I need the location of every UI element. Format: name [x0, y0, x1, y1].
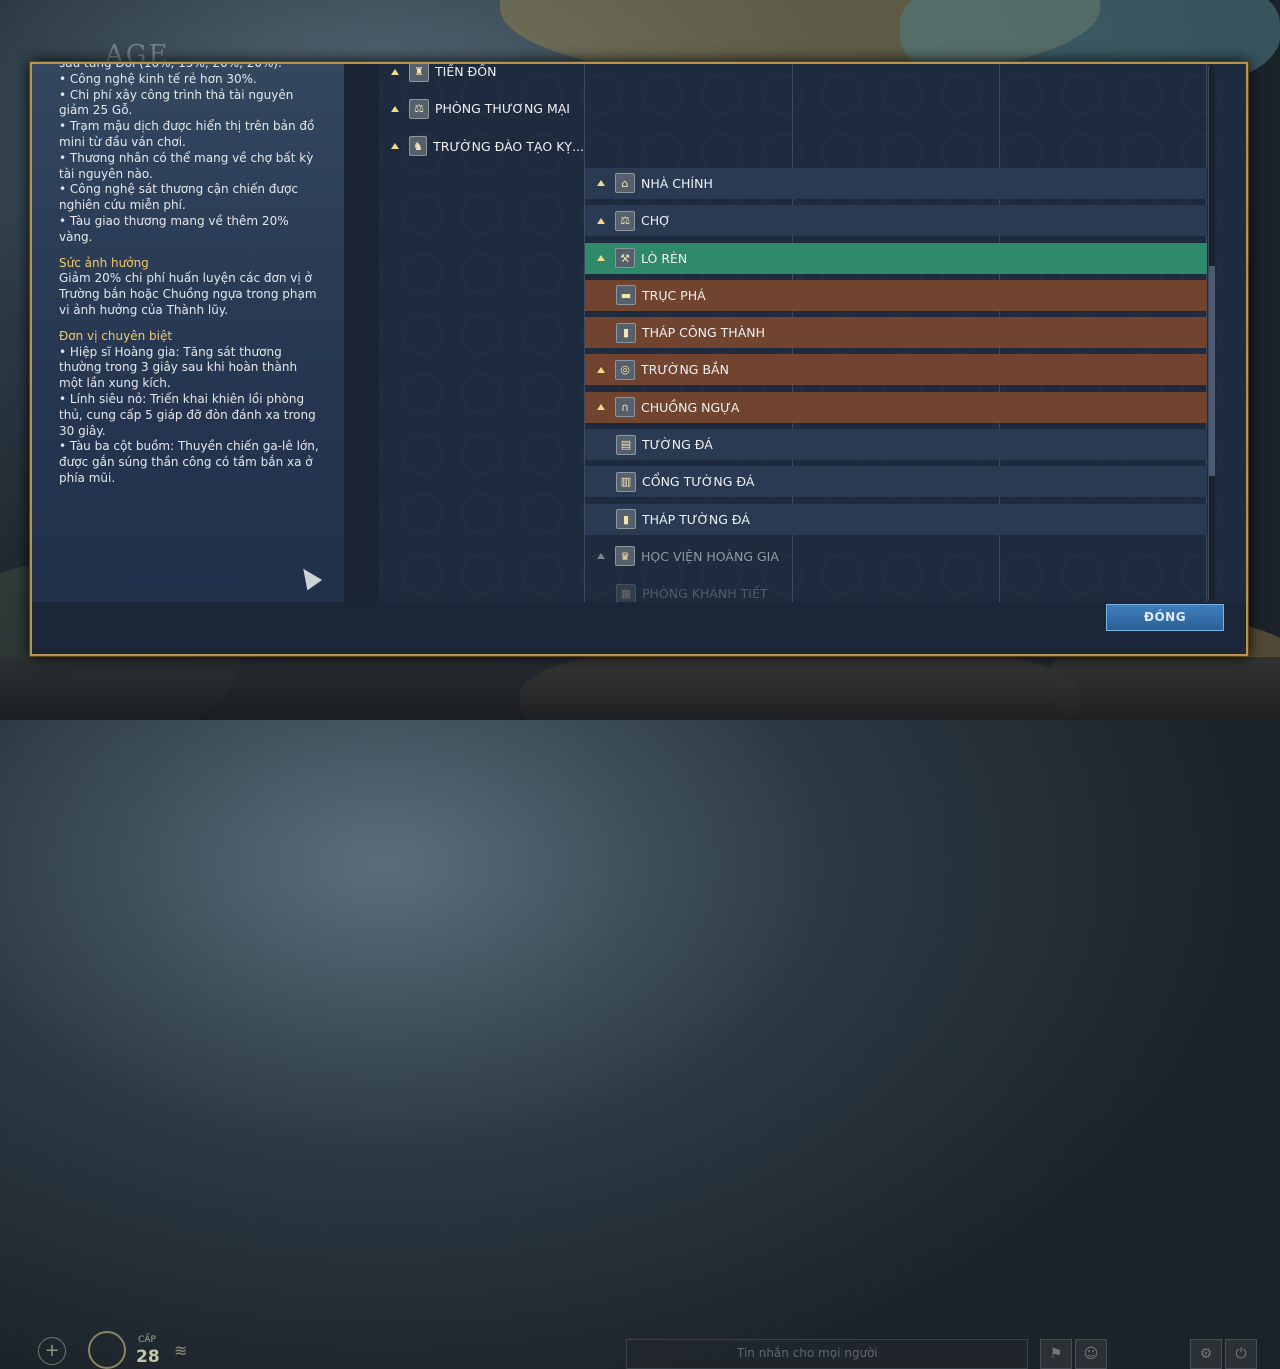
tree-row-trade-office[interactable]: ⚖ PHÒNG THƯƠNG MẠI	[379, 93, 584, 124]
trade-office-icon: ⚖	[409, 98, 429, 119]
tree-row-outpost[interactable]: ♜ TIỀN ĐỒN	[379, 64, 584, 87]
outpost-icon: ♜	[409, 64, 429, 82]
stable-icon: ∩	[615, 397, 635, 418]
tree-row-siege-tower[interactable]: ▮ THÁP CÔNG THÀNH	[585, 317, 1207, 349]
tree-row-label: PHÒNG THƯƠNG MẠI	[435, 101, 570, 117]
description-line: • Tàu ba cột buồm: Thuyền chiến ga-lê lớ…	[59, 439, 319, 485]
expand-arrow-icon[interactable]	[391, 68, 399, 75]
tree-row-battering-ram[interactable]: ▬ TRỤC PHÁ	[585, 279, 1207, 311]
description-line: sau từng Đời (10%, 15%, 20%, 20%).	[59, 64, 321, 72]
tree-row-label: LÒ RÈN	[641, 250, 688, 266]
tree-row-label: THÁP TƯỜNG ĐÁ	[642, 511, 750, 527]
siege-tower-icon: ▮	[616, 322, 636, 343]
tree-scrollbar[interactable]	[1208, 66, 1215, 600]
section-heading: Đơn vị chuyên biệt	[59, 328, 173, 343]
panel-divider	[344, 64, 379, 602]
building-tree: ♜ TIỀN ĐỒN ⚖ PHÒNG THƯƠNG MẠI ♞ TRƯỜNG ĐÀO TẠ…	[379, 64, 1209, 602]
expand-arrow-icon[interactable]	[391, 105, 399, 112]
level-label: CẤP	[138, 1335, 156, 1345]
expand-arrow-icon[interactable]	[597, 255, 605, 261]
tree-row-blacksmith[interactable]: ⚒ LÒ RÈN	[585, 242, 1207, 274]
tree-row-label: PHÒNG KHÁNH TIẾT	[642, 586, 768, 602]
blacksmith-icon: ⚒	[615, 248, 635, 268]
stone-gate-icon: ▥	[616, 471, 636, 492]
level-value: 28	[136, 1347, 160, 1367]
tree-row-label: TRỤC PHÁ	[642, 287, 706, 303]
tree-row-label: CHUỒNG NGỰA	[641, 399, 740, 415]
civilization-overview-dialog: sau từng Đời (10%, 15%, 20%, 20%).• Công…	[30, 62, 1248, 656]
town-center-icon: ⌂	[615, 173, 635, 194]
description-line: • Hiệp sĩ Hoàng gia: Tăng sát thương thư…	[59, 344, 298, 391]
expand-arrow-icon[interactable]	[391, 143, 399, 150]
tree-row-stone-wall[interactable]: ▤ TƯỜNG ĐÁ	[585, 429, 1207, 460]
description-line: Giảm 20% chi phí huấn luyện các đơn vị ở…	[59, 271, 317, 317]
expand-arrow-icon[interactable]	[597, 217, 605, 224]
stone-tower-icon: ▮	[616, 509, 636, 530]
royal-institute-icon: ♛	[615, 546, 635, 567]
description-line: • Thương nhân có thể mang về chợ bất kỳ …	[59, 150, 314, 181]
tree-row-label: THÁP CÔNG THÀNH	[642, 325, 766, 341]
civilization-description-text: sau từng Đời (10%, 15%, 20%, 20%).• Công…	[59, 64, 321, 487]
cavalry-school-icon: ♞	[409, 136, 428, 157]
tree-row-label: HỌC VIỆN HOÀNG GIA	[641, 548, 779, 564]
battering-ram-icon: ▬	[616, 285, 636, 306]
stone-wall-icon: ▤	[616, 434, 636, 455]
section-heading: Sức ảnh hưởng	[59, 255, 149, 270]
tree-row-label: TRƯỜNG BẮN	[641, 362, 729, 378]
dialog-footer	[32, 602, 1246, 654]
tree-row-market[interactable]: ⚖ CHỢ	[585, 205, 1207, 237]
expand-arrow-icon[interactable]	[597, 366, 605, 373]
expand-arrow-icon[interactable]	[597, 180, 605, 187]
tree-row-town-center[interactable]: ⌂ NHÀ CHÍNH	[585, 167, 1207, 199]
chat-placeholder: Tin nhắn cho mọi người	[737, 1346, 878, 1360]
tree-row-stable[interactable]: ∩ CHUỒNG NGỰA	[585, 391, 1207, 423]
bottom-hud: + CẤP 28 ≋ Tin nhắn cho mọi người ⚑ ☺ ⚙ …	[0, 657, 1280, 1369]
description-line: • Tàu giao thương mang về thêm 20% vàng.	[59, 213, 289, 244]
archery-range-icon: ◎	[615, 359, 635, 380]
reception-hall-icon: ▦	[616, 583, 636, 602]
civilization-description-panel: sau từng Đời (10%, 15%, 20%, 20%).• Công…	[32, 64, 344, 602]
tree-row-label: TƯỜNG ĐÁ	[642, 437, 713, 452]
mouse-cursor	[295, 563, 323, 591]
add-icon[interactable]: +	[38, 1337, 66, 1365]
map-tool-icon[interactable]: ⚑	[1040, 1339, 1072, 1369]
power-icon[interactable]: ⏻	[1225, 1339, 1257, 1369]
description-line: • Lính siêu nỏ: Triển khai khiên lồi phò…	[59, 391, 316, 438]
player-emblem[interactable]	[88, 1331, 126, 1369]
wifi-icon: ≋	[174, 1341, 188, 1360]
market-icon: ⚖	[615, 210, 635, 231]
description-line: • Trạm mậu dịch được hiển thị trên bản đ…	[59, 119, 315, 149]
chat-input[interactable]: Tin nhắn cho mọi người	[626, 1339, 1028, 1369]
expand-arrow-icon[interactable]	[597, 404, 605, 411]
tree-row-label: NHÀ CHÍNH	[641, 175, 713, 191]
close-button[interactable]: ĐÓNG	[1106, 604, 1224, 631]
description-line: • Công nghệ kinh tế rẻ hơn 30%.	[59, 71, 257, 86]
description-line: • Chi phí xây công trình thả tài nguyên …	[59, 87, 294, 118]
description-line: • Công nghệ sát thương cận chiến được ng…	[59, 182, 298, 213]
tree-row-stone-tower[interactable]: ▮ THÁP TƯỜNG ĐÁ	[585, 503, 1207, 535]
tree-row-reception-hall[interactable]: ▦ PHÒNG KHÁNH TIẾT	[585, 578, 1207, 602]
settings-icon[interactable]: ⚙	[1190, 1339, 1222, 1369]
expand-arrow-icon[interactable]	[597, 553, 605, 560]
tree-row-label: CHỢ	[641, 213, 671, 229]
tree-row-label: TRƯỜNG ĐÀO TẠO KỴ...	[433, 138, 584, 154]
scrollbar-thumb[interactable]	[1209, 266, 1215, 476]
tree-row-label: CỔNG TƯỜNG ĐÁ	[642, 474, 755, 490]
emote-icon[interactable]: ☺	[1075, 1339, 1107, 1369]
tree-row-cavalry-school[interactable]: ♞ TRƯỜNG ĐÀO TẠO KỴ...	[379, 131, 584, 162]
tree-row-archery-range[interactable]: ◎ TRƯỜNG BẮN	[585, 354, 1207, 386]
tree-row-label: TIỀN ĐỒN	[435, 64, 497, 79]
tree-row-royal-institute[interactable]: ♛ HỌC VIỆN HOÀNG GIA	[585, 541, 1207, 572]
tree-row-stone-gate[interactable]: ▥ CỔNG TƯỜNG ĐÁ	[585, 466, 1207, 498]
